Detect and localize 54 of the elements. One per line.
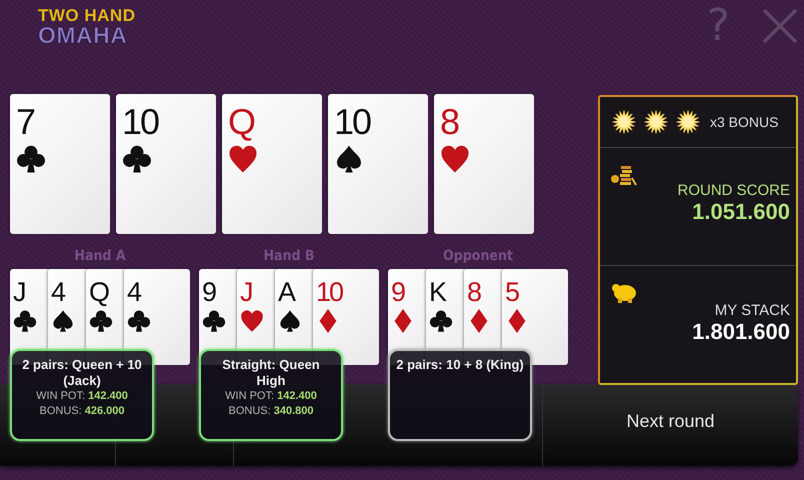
heart-icon	[240, 309, 264, 333]
star-icon	[612, 110, 636, 134]
hand-label: Opponent	[443, 248, 513, 264]
card-rank: Q	[89, 279, 108, 306]
win-pot-text: WIN POT: 142.400	[225, 389, 317, 404]
club-icon	[127, 309, 151, 333]
club-icon	[122, 144, 152, 174]
hand-result-text: 2 pairs: Queen + 10 (Jack)	[21, 357, 143, 389]
coins-icon	[610, 164, 638, 188]
spade-icon	[334, 144, 364, 174]
hand-result-text: Straight: Queen High	[221, 357, 321, 389]
card-rank: A	[278, 279, 294, 306]
win-pot-text: WIN POT: 142.400	[36, 389, 128, 404]
card-rank: 5	[505, 279, 518, 306]
card-rank: K	[429, 279, 446, 306]
logo-title: TWO HAND	[38, 7, 136, 24]
logo-subtitle: OMAHA	[38, 24, 128, 46]
star-icon	[676, 110, 700, 134]
spade-icon	[51, 309, 75, 333]
card-rank: 8	[440, 104, 458, 140]
card-rank: 9	[391, 279, 404, 306]
card-rank: Q	[228, 104, 254, 140]
my-stack-value: 1.801.600	[692, 319, 790, 345]
card-rank: 7	[16, 104, 34, 140]
close-icon[interactable]	[762, 8, 798, 44]
card-rank: 4	[127, 279, 140, 306]
club-icon	[429, 309, 453, 333]
hand-label: Hand B	[263, 248, 314, 264]
card-rank: 10	[316, 279, 342, 306]
star-icon	[644, 110, 668, 134]
round-score-label: ROUND SCORE	[677, 182, 790, 199]
card-rank: J	[13, 279, 24, 306]
piggy-bank-icon	[610, 282, 638, 304]
spade-icon	[278, 309, 302, 333]
bonus-text: BONUS: 340.800	[228, 404, 314, 419]
hand-label: Hand A	[74, 248, 126, 264]
heart-icon	[440, 144, 470, 174]
my-stack-label: MY STACK	[714, 302, 790, 319]
card-rank: 10	[334, 104, 370, 140]
card-rank: 9	[202, 279, 216, 306]
club-icon	[202, 309, 226, 333]
round-score-value: 1.051.600	[692, 199, 790, 225]
club-icon	[16, 144, 46, 174]
bonus-text: BONUS: 426.000	[39, 404, 124, 419]
card-rank: J	[240, 279, 252, 306]
bonus-multiplier: x3 BONUS	[710, 114, 778, 130]
club-icon	[13, 309, 37, 333]
club-icon	[89, 309, 113, 333]
hand-result-text: 2 pairs: 10 + 8 (King)	[396, 357, 524, 373]
heart-icon	[228, 144, 258, 174]
next-round-button[interactable]: Next round	[543, 384, 798, 466]
card-rank: 4	[51, 279, 64, 306]
card-rank: 10	[122, 104, 158, 140]
card-rank: 8	[467, 279, 480, 306]
